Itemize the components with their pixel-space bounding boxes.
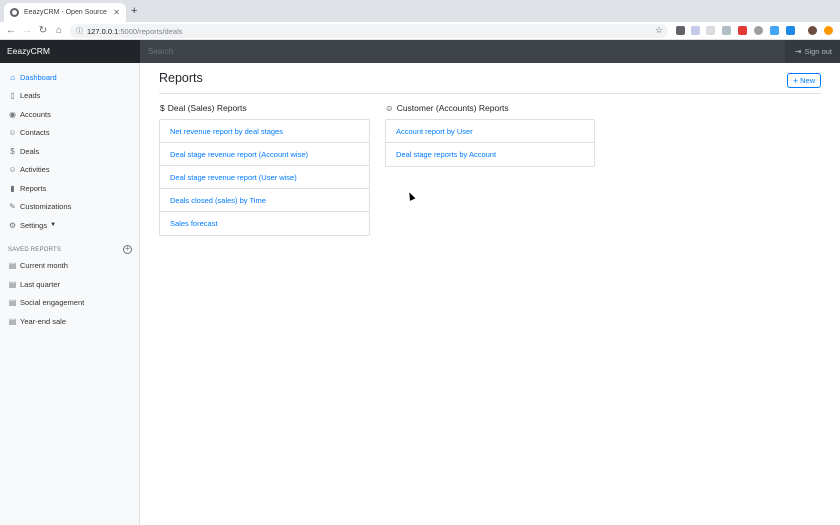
sidebar-item-label: Customizations bbox=[20, 201, 72, 211]
sidebar-item-contacts[interactable]: ☺ Contacts bbox=[8, 126, 50, 138]
browser-toolbar: ← → ↻ ⌂ ⓘ 127.0.0.1:5000/reports/deals ☆ bbox=[0, 22, 840, 40]
sidebar: ⌂ Dashboard ▯ Leads ◉ Accounts ☺ Contact… bbox=[0, 63, 140, 525]
sidebar-item-label: Leads bbox=[20, 90, 41, 100]
extension-icon[interactable] bbox=[770, 26, 779, 35]
report-link-deals-closed[interactable]: Deals closed (sales) by Time bbox=[160, 189, 369, 212]
add-saved-report-icon[interactable]: + bbox=[123, 245, 132, 254]
sidebar-item-activities[interactable]: ☺ Activities bbox=[8, 163, 50, 175]
customer-reports-title: Customer (Accounts) Reports bbox=[396, 103, 509, 113]
mouse-cursor bbox=[406, 191, 416, 201]
report-link-stage-revenue-account[interactable]: Deal stage revenue report (Account wise) bbox=[160, 143, 369, 166]
extension-icon[interactable] bbox=[691, 26, 700, 35]
reload-icon[interactable]: ↻ bbox=[37, 24, 49, 38]
sidebar-item-accounts[interactable]: ◉ Accounts bbox=[8, 108, 51, 120]
sign-out-icon: ⇥ bbox=[794, 47, 802, 56]
extension-icon[interactable] bbox=[786, 26, 795, 35]
extension-icon[interactable] bbox=[738, 26, 747, 35]
file-icon: ▯ bbox=[10, 90, 15, 100]
saved-report-year-end-sale[interactable]: ▤ Year-end sale bbox=[8, 315, 66, 327]
sidebar-item-leads[interactable]: ▯ Leads bbox=[8, 89, 40, 101]
plus-icon: + bbox=[792, 75, 799, 86]
browser-tab-bar: EeazyCRM - Open Source CRM ✕ + bbox=[0, 0, 840, 22]
bar-chart-icon: ▮ bbox=[10, 183, 15, 193]
saved-reports-heading: SAVED REPORTS bbox=[8, 247, 62, 253]
sidebar-item-label: Deals bbox=[20, 146, 40, 156]
report-link-stage-by-account[interactable]: Deal stage reports by Account bbox=[386, 143, 594, 166]
deal-reports-list: Net revenue report by deal stages Deal s… bbox=[159, 119, 370, 236]
file-icon: ▤ bbox=[8, 316, 17, 326]
back-icon[interactable]: ← bbox=[5, 24, 17, 38]
browser-tab-title: EeazyCRM - Open Source CRM bbox=[24, 9, 109, 16]
site-info-icon[interactable]: ⓘ bbox=[76, 26, 83, 36]
file-icon: ▤ bbox=[8, 297, 17, 307]
extension-icon[interactable] bbox=[706, 26, 715, 35]
file-icon: ▤ bbox=[8, 260, 17, 270]
users-icon: ☺ bbox=[385, 103, 394, 113]
saved-report-last-quarter[interactable]: ▤ Last quarter bbox=[8, 278, 60, 290]
sidebar-item-label: Dashboard bbox=[20, 72, 57, 82]
map-pin-icon: ◉ bbox=[9, 109, 16, 119]
sidebar-item-label: Contacts bbox=[20, 127, 50, 137]
report-link-stage-revenue-user[interactable]: Deal stage revenue report (User wise) bbox=[160, 166, 369, 189]
favicon-icon bbox=[10, 8, 19, 17]
forward-icon[interactable]: → bbox=[21, 24, 33, 38]
brand-logo[interactable]: EeazyCRM bbox=[0, 40, 140, 63]
new-tab-button[interactable]: + bbox=[131, 5, 137, 17]
sidebar-item-label: Activities bbox=[20, 164, 50, 174]
deal-reports-heading: $ Deal (Sales) Reports bbox=[160, 103, 247, 113]
new-report-button[interactable]: + New bbox=[787, 73, 821, 88]
sign-out-link[interactable]: ⇥ Sign out bbox=[795, 40, 832, 63]
extension-icon[interactable] bbox=[722, 26, 731, 35]
saved-report-label: Current month bbox=[20, 260, 68, 270]
file-icon: ▤ bbox=[8, 279, 17, 289]
url-text: 127.0.0.1:5000/reports/deals bbox=[87, 26, 183, 36]
sidebar-item-label: Reports bbox=[20, 183, 47, 193]
page-title: Reports bbox=[159, 71, 203, 85]
sidebar-item-deals[interactable]: $ Deals bbox=[8, 145, 39, 157]
app-navbar: EeazyCRM ⇥ Sign out bbox=[0, 40, 840, 63]
extension-icon[interactable] bbox=[676, 26, 685, 35]
sign-out-label: Sign out bbox=[804, 47, 832, 56]
tool-icon: ✎ bbox=[9, 201, 16, 211]
sidebar-item-reports[interactable]: ▮ Reports bbox=[8, 182, 46, 194]
report-link-sales-forecast[interactable]: Sales forecast bbox=[160, 212, 369, 235]
sidebar-item-customizations[interactable]: ✎ Customizations bbox=[8, 200, 71, 212]
customer-reports-heading: ☺ Customer (Accounts) Reports bbox=[385, 103, 509, 113]
sidebar-item-label: Settings bbox=[20, 220, 48, 230]
gear-icon: ⚙ bbox=[8, 220, 17, 230]
saved-report-label: Social engagement bbox=[20, 297, 85, 307]
sidebar-item-label: Accounts bbox=[20, 109, 51, 119]
users-icon: ☺ bbox=[8, 127, 17, 137]
search-input[interactable] bbox=[140, 40, 785, 63]
report-link-net-revenue[interactable]: Net revenue report by deal stages bbox=[160, 120, 369, 143]
saved-report-label: Last quarter bbox=[20, 279, 61, 289]
extension-icon[interactable] bbox=[754, 26, 763, 35]
users-icon: ☺ bbox=[8, 164, 17, 174]
saved-report-label: Year-end sale bbox=[20, 316, 67, 326]
dollar-icon: $ bbox=[160, 103, 165, 113]
dollar-icon: $ bbox=[10, 146, 15, 156]
deal-reports-title: Deal (Sales) Reports bbox=[167, 103, 247, 113]
bookmark-star-icon[interactable]: ☆ bbox=[655, 25, 663, 36]
update-badge-icon[interactable] bbox=[824, 26, 833, 35]
saved-report-social-engagement[interactable]: ▤ Social engagement bbox=[8, 296, 85, 308]
browser-tab[interactable]: EeazyCRM - Open Source CRM ✕ bbox=[4, 3, 126, 22]
address-bar[interactable]: ⓘ 127.0.0.1:5000/reports/deals ☆ bbox=[70, 24, 668, 38]
report-link-account-by-user[interactable]: Account report by User bbox=[386, 120, 594, 143]
customer-reports-list: Account report by User Deal stage report… bbox=[385, 119, 595, 167]
sidebar-item-settings[interactable]: ⚙ Settings ▼ bbox=[8, 219, 56, 231]
caret-down-icon: ▼ bbox=[50, 222, 57, 228]
home-button-icon[interactable]: ⌂ bbox=[53, 24, 65, 38]
close-tab-icon[interactable]: ✕ bbox=[113, 8, 120, 17]
profile-avatar[interactable] bbox=[808, 26, 817, 35]
title-divider bbox=[159, 93, 821, 94]
sidebar-item-dashboard[interactable]: ⌂ Dashboard bbox=[8, 71, 57, 83]
saved-report-current-month[interactable]: ▤ Current month bbox=[8, 259, 68, 271]
home-icon: ⌂ bbox=[10, 72, 15, 82]
new-report-label: New bbox=[800, 76, 816, 85]
